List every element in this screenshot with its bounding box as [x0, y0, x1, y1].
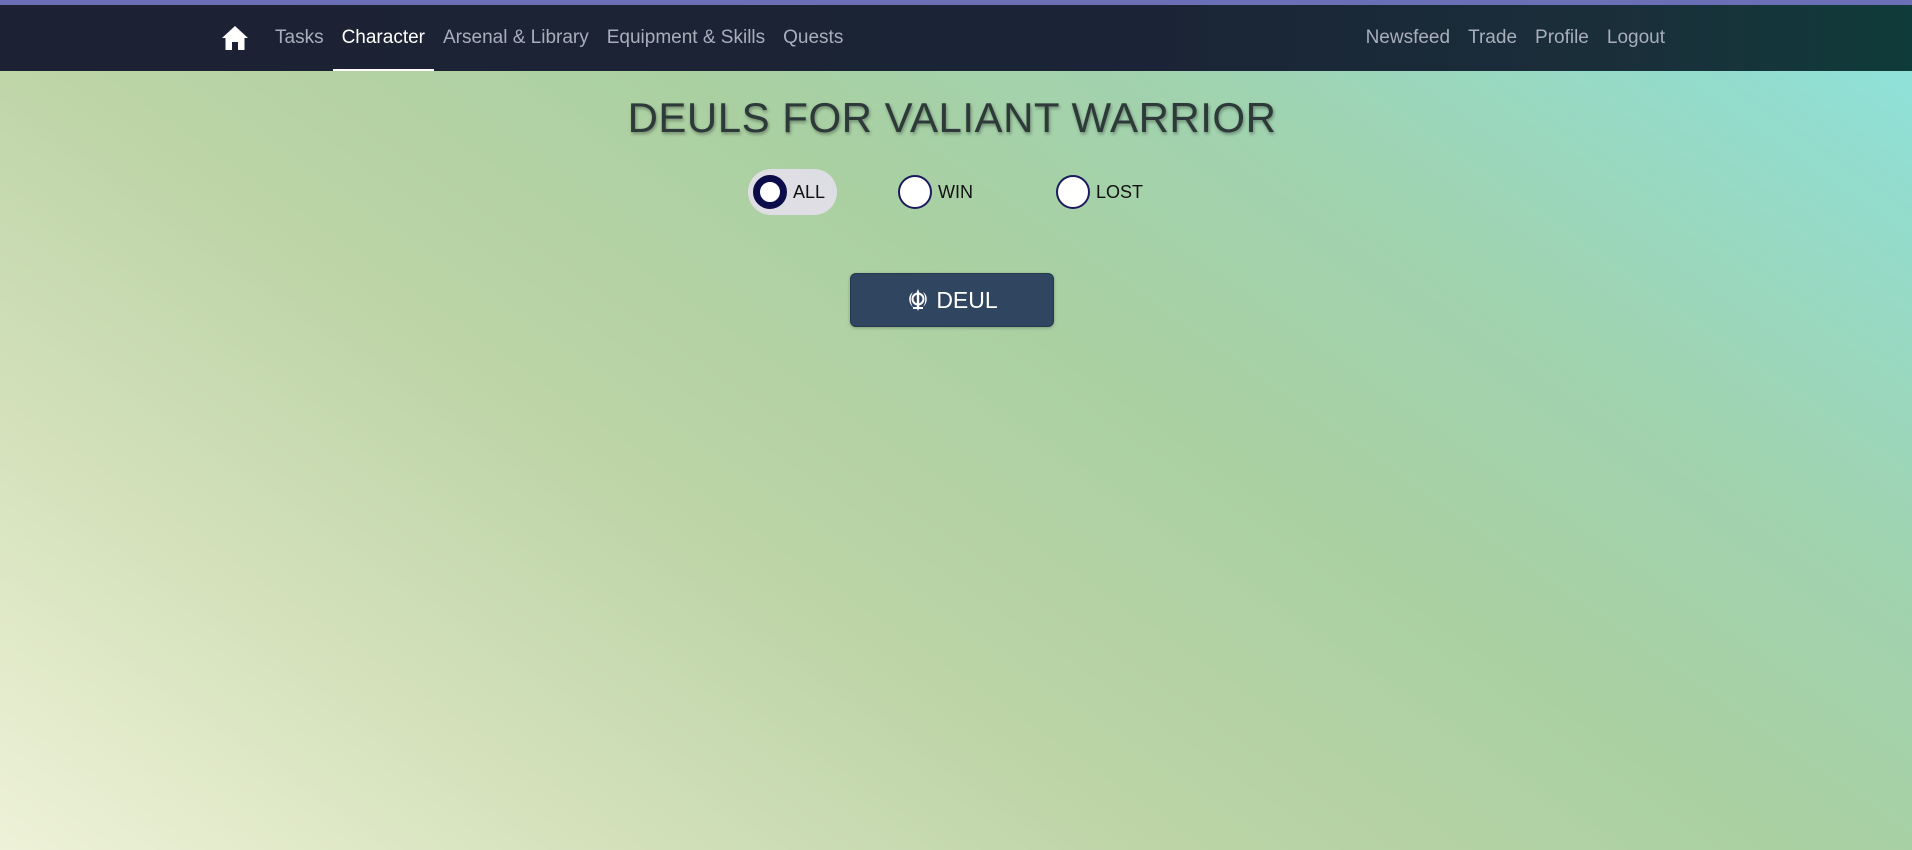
- nav-link-trade[interactable]: Trade: [1459, 5, 1526, 71]
- deul-button[interactable]: DEUL: [850, 273, 1054, 327]
- nav-link-newsfeed[interactable]: Newsfeed: [1357, 5, 1460, 71]
- filter-lost[interactable]: LOST: [1051, 169, 1155, 215]
- filter-win-label: WIN: [938, 181, 974, 202]
- nav-link-character[interactable]: Character: [332, 5, 434, 71]
- nav-link-tasks[interactable]: Tasks: [266, 5, 333, 71]
- nav-link-logout[interactable]: Logout: [1598, 5, 1674, 71]
- nav-link-equipment-skills[interactable]: Equipment & Skills: [598, 5, 774, 71]
- filter-lost-label: LOST: [1096, 181, 1144, 202]
- page-title: DEULS FOR VALIANT WARRIOR: [627, 94, 1277, 141]
- deul-button-label: DEUL: [936, 286, 998, 313]
- navbar: Tasks Character Arsenal & Library Equipm…: [0, 5, 1912, 71]
- result-filter-group: ALL WIN LOST: [748, 168, 1155, 216]
- radio-win[interactable]: [898, 175, 933, 209]
- nav-right-group: Newsfeed Trade Profile Logout: [1357, 5, 1674, 71]
- filter-win[interactable]: WIN: [893, 169, 985, 215]
- nav-left-group: Tasks Character Arsenal & Library Equipm…: [220, 5, 852, 71]
- home-icon[interactable]: [220, 23, 250, 53]
- nav-link-quests[interactable]: Quests: [774, 5, 852, 71]
- nav-link-arsenal-library[interactable]: Arsenal & Library: [434, 5, 598, 71]
- nav-link-profile[interactable]: Profile: [1526, 5, 1598, 71]
- filter-all[interactable]: ALL: [748, 169, 838, 215]
- radio-lost[interactable]: [1056, 175, 1091, 209]
- radio-all[interactable]: [753, 175, 787, 209]
- khanda-icon: [906, 288, 930, 312]
- filter-all-label: ALL: [793, 181, 826, 202]
